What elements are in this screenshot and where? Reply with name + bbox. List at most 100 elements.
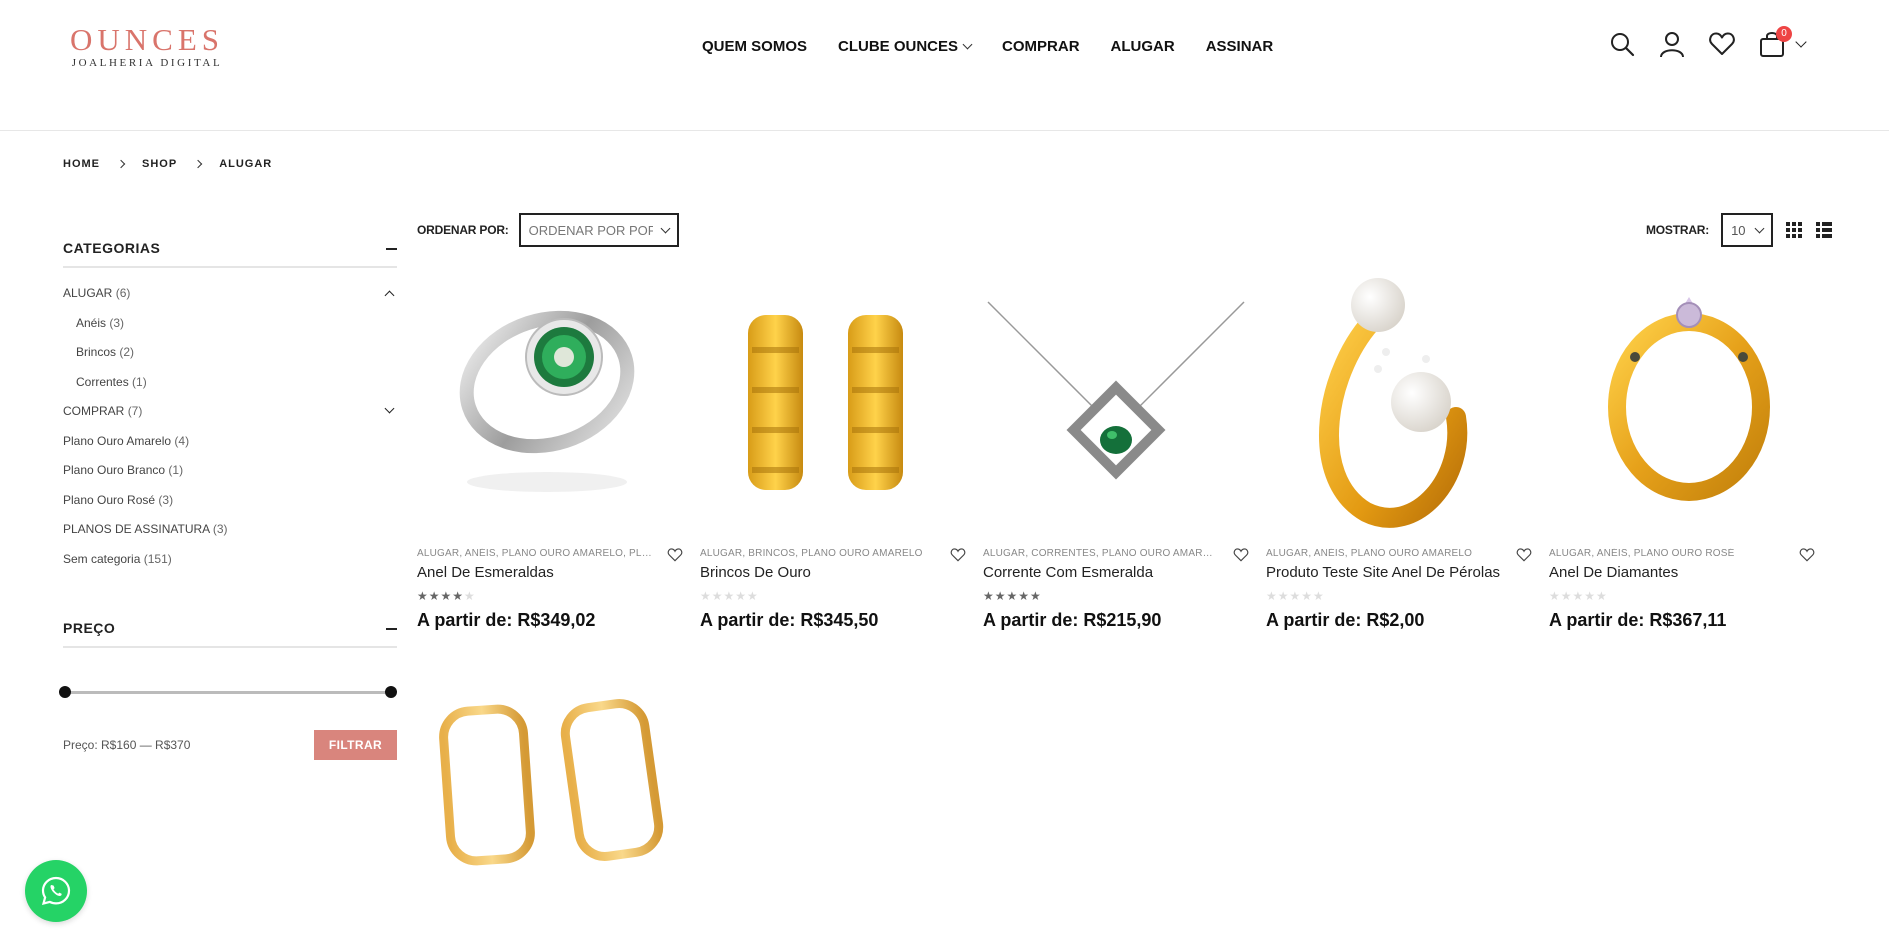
price-filter-row: Preço: R$160 — R$370 FILTRAR [63,730,397,760]
category-label: ALUGAR [63,286,113,300]
per-page-select[interactable]: 10 [1721,213,1774,247]
header-actions: 0 [1608,26,1792,58]
breadcrumb-home[interactable]: HOME [63,158,100,170]
category-plano-ouro-amarelo[interactable]: Plano Ouro Amarelo (4) [63,434,397,464]
price-range-label: Preço: R$160 — R$370 [63,738,191,752]
chevron-up-icon[interactable] [384,290,395,301]
category-aneis[interactable]: Anéis (3) [63,316,397,346]
sort-label: ORDENAR POR: [417,223,509,237]
price-range-slider[interactable] [59,686,397,698]
logo-name: OUNCES [69,22,224,57]
logo-tagline: JOALHERIA DIGITAL [71,57,223,69]
slider-track [63,691,393,694]
product-image-earrings-hoops[interactable] [417,665,683,928]
category-planos-de-assinatura[interactable]: PLANOS DE ASSINATURA (3) [63,522,397,552]
category-count: (3) [158,492,174,507]
nav-item-clube-ounces[interactable]: CLUBE OUNCES [838,38,973,55]
product-rating: ★★★★★ [700,589,759,603]
product-image-ring-pearls[interactable] [1266,277,1532,540]
product-price: A partir de: R$349,02 [417,610,596,630]
chevron-down-icon[interactable] [1795,36,1807,48]
product-price: A partir de: R$215,90 [983,610,1162,630]
price-filter-widget: PREÇO Preço: R$160 — R$370 FILTRAR [59,620,397,760]
product-name[interactable]: Produto Teste Site Anel De Pérolas [1266,564,1500,581]
categories-widget-title: CATEGORIAS [63,240,397,268]
product-name[interactable]: Brincos De Ouro [700,564,811,581]
category-count: (2) [119,345,135,359]
nav-item-comprar[interactable]: COMPRAR [1002,38,1080,55]
category-count: (3) [109,315,125,330]
product-categories[interactable]: ALUGAR, ANÉIS, PLANO OURO ROSÉ [1549,548,1785,559]
category-count: (1) [132,374,147,389]
heart-icon[interactable] [950,547,966,563]
nav-label: CLUBE OUNCES [838,38,959,55]
slider-handle-min[interactable] [59,686,71,698]
product-categories[interactable]: ALUGAR, CORRENTES, PLANO OURO AMARELO [983,548,1219,559]
product-name[interactable]: Corrente Com Esmeralda [983,564,1153,581]
heart-icon[interactable] [1708,30,1736,58]
category-count: (1) [168,463,184,477]
whatsapp-icon [41,876,71,906]
slider-handle-max[interactable] [385,686,397,698]
category-label: Brincos [76,345,117,359]
grid-view-icon[interactable] [1785,221,1803,239]
category-correntes[interactable]: Correntes (1) [63,375,397,405]
category-plano-ouro-branco[interactable]: Plano Ouro Branco (1) [63,463,397,493]
chevron-down-icon [1754,223,1765,233]
category-count: (4) [174,433,190,448]
product-image-ring-diamond[interactable] [1549,277,1815,540]
product-image-earrings-chain[interactable] [700,277,966,540]
product-image-ring-emerald[interactable] [417,277,683,540]
category-count: (7) [127,404,143,418]
product-card[interactable] [417,665,683,928]
product-categories[interactable]: ALUGAR, ANÉIS, PLANO OURO AMARELO [1266,548,1502,559]
filter-button[interactable]: FILTRAR [314,730,397,760]
sort-select[interactable]: ORDENAR POR POPULARIDADE [518,213,679,247]
nav-label: ASSINAR [1205,38,1274,55]
product-name[interactable]: Anel De Esmeraldas [417,564,554,581]
breadcrumb: HOME SHOP ALUGAR [63,158,272,170]
product-image-necklace-emerald[interactable] [983,277,1249,540]
product-rating: ★★★★★ [1549,589,1608,603]
nav-item-quem-somos[interactable]: QUEM SOMOS [702,38,807,55]
category-label: Anéis [76,315,107,330]
breadcrumb-shop[interactable]: SHOP [142,158,177,170]
nav-item-alugar[interactable]: ALUGAR [1111,38,1175,55]
product-card[interactable]: ALUGAR, BRINCOS, PLANO OURO AMARELO Brin… [700,277,966,630]
sidebar: CATEGORIAS ALUGAR (6) Anéis (3) Brincos … [59,240,397,760]
collapse-icon[interactable] [386,248,397,250]
heart-icon[interactable] [1516,547,1532,563]
category-label: Sem categoria [63,551,141,566]
sort-toolbar: ORDENAR POR: ORDENAR POR POPULARIDADE [417,213,679,247]
category-brincos[interactable]: Brincos (2) [63,345,397,375]
category-count: (3) [212,522,228,536]
logo[interactable]: OUNCES JOALHERIA DIGITAL [67,22,227,70]
nav-item-assinar[interactable]: ASSINAR [1206,38,1274,55]
per-page-value: 10 [1731,222,1746,238]
heart-icon[interactable] [1233,547,1249,563]
collapse-icon[interactable] [386,628,397,630]
product-categories[interactable]: ALUGAR, ANÉIS, PLANO OURO AMARELO, PLANO… [417,548,653,559]
breadcrumb-current: ALUGAR [219,158,273,170]
product-card[interactable]: ALUGAR, ANÉIS, PLANO OURO AMARELO, PLANO… [417,277,683,630]
product-name[interactable]: Anel De Diamantes [1549,564,1678,581]
product-categories[interactable]: ALUGAR, BRINCOS, PLANO OURO AMARELO [700,548,936,559]
chevron-down-icon[interactable] [384,403,395,414]
category-sem-categoria[interactable]: Sem categoria (151) [63,552,397,582]
whatsapp-button[interactable] [25,860,87,922]
category-alugar[interactable]: ALUGAR (6) [63,286,397,316]
category-label: Plano Ouro Rosé [63,492,156,507]
heart-icon[interactable] [667,547,683,563]
category-count: (6) [115,286,131,300]
product-card[interactable]: ALUGAR, ANÉIS, PLANO OURO ROSÉ Anel De D… [1549,277,1815,630]
list-view-icon[interactable] [1815,221,1833,239]
category-comprar[interactable]: COMPRAR (7) [63,403,397,434]
user-icon[interactable] [1658,30,1686,58]
product-card[interactable]: ALUGAR, ANÉIS, PLANO OURO AMARELO Produt… [1266,277,1532,630]
heart-icon[interactable] [1799,547,1815,563]
search-icon[interactable] [1608,30,1636,58]
category-plano-ouro-rose[interactable]: Plano Ouro Rosé (3) [63,493,397,523]
cart-button[interactable]: 0 [1758,26,1792,58]
site-header: OUNCES JOALHERIA DIGITAL QUEM SOMOS CLUB… [0,0,1889,131]
product-card[interactable]: ALUGAR, CORRENTES, PLANO OURO AMARELO Co… [983,277,1249,630]
